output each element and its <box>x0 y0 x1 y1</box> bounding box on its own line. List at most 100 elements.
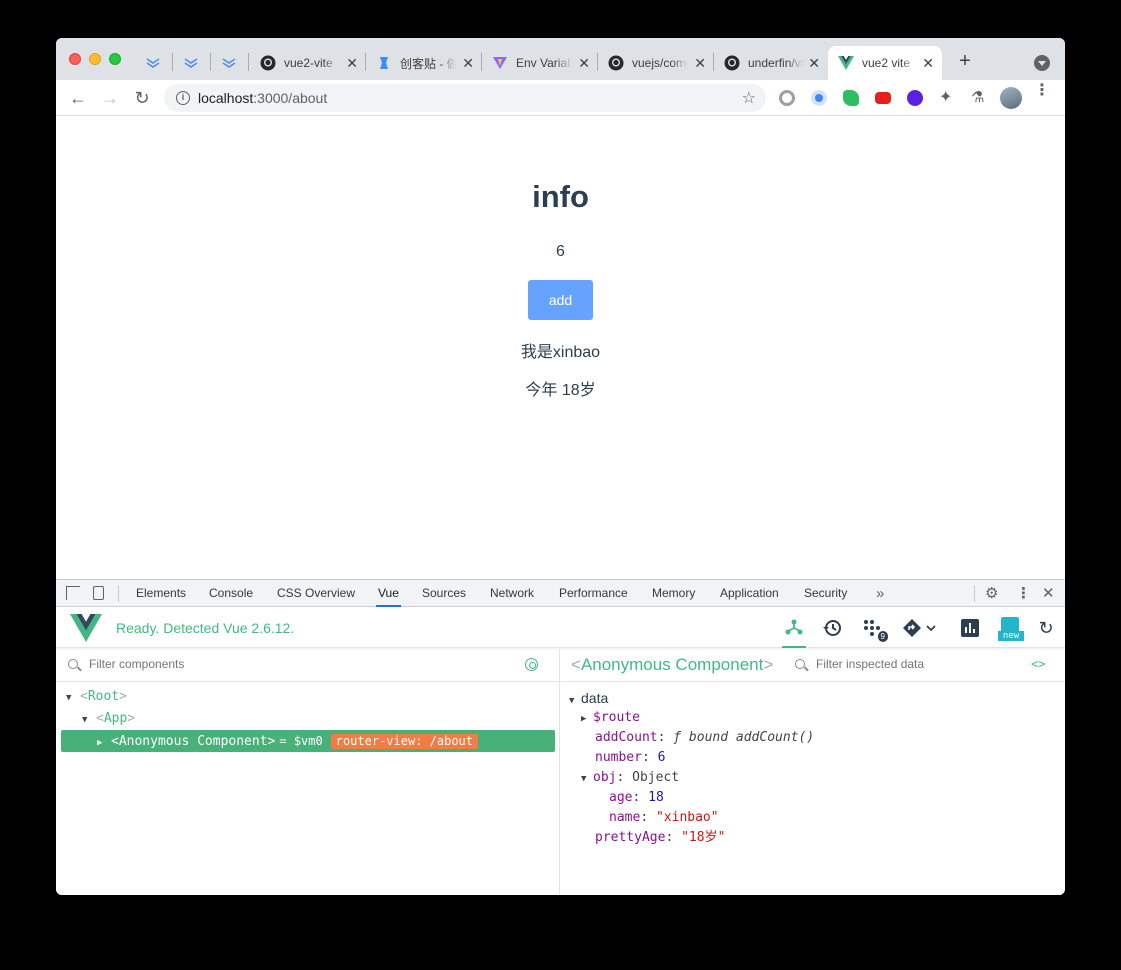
close-tab-icon[interactable]: ✕ <box>808 55 820 71</box>
filter-components-input[interactable] <box>89 657 389 671</box>
reload-icon[interactable]: ↻ <box>130 86 154 110</box>
view-source-code-icon[interactable]: <> <box>1031 657 1045 671</box>
youtube-extension-icon[interactable] <box>875 92 891 104</box>
prop-obj-name[interactable]: name: "xinbao" <box>609 808 719 828</box>
forward-arrow-icon[interactable]: → <box>98 86 122 110</box>
evernote-icon[interactable] <box>843 90 859 106</box>
name-text: 我是xinbao <box>520 344 601 361</box>
devtools-tab-console[interactable]: Console <box>207 580 255 607</box>
filter-inspected-data-input[interactable] <box>816 657 1016 671</box>
inspected-component-title: <Anonymous Component> <box>571 655 774 674</box>
expand-arrow-icon[interactable]: ▼ <box>581 769 593 789</box>
tab-title: vuejs/composition <box>632 56 688 70</box>
devtools-tab-application[interactable]: Application <box>718 580 781 607</box>
devtools-tab-css-overview[interactable]: CSS Overview <box>275 580 357 607</box>
inspector-header: <Anonymous Component> <> <box>561 649 1065 682</box>
url-text: localhost:3000/about <box>198 90 328 106</box>
expand-arrow-icon[interactable]: ▼ <box>82 709 96 731</box>
browser-tab[interactable]: underfin/vite ✕ <box>714 46 828 80</box>
close-tab-icon[interactable]: ✕ <box>922 55 934 71</box>
devtools-tab-elements[interactable]: Elements <box>134 580 188 607</box>
prop-addcount[interactable]: addCount: ƒ bound addCount() <box>595 728 814 748</box>
add-button[interactable]: add <box>528 280 593 320</box>
settings-new-icon[interactable]: new <box>998 615 1024 641</box>
extensions-puzzle-icon[interactable]: ✦ <box>939 90 955 106</box>
devtools-tab-vue[interactable]: Vue <box>376 580 401 607</box>
tab-search-icon[interactable] <box>1034 55 1050 71</box>
tab-separator <box>248 53 249 71</box>
close-tab-icon[interactable]: ✕ <box>578 55 590 71</box>
history-icon[interactable] <box>820 616 844 640</box>
tab-title: vue2-vite <box>284 56 333 70</box>
layers-icon <box>222 58 236 68</box>
purple-extension-icon[interactable] <box>907 90 923 106</box>
close-devtools-icon[interactable]: ✕ <box>1042 580 1055 607</box>
inspect-element-icon[interactable] <box>66 586 80 600</box>
tree-node-root[interactable]: ▼ <Root> <box>66 686 127 708</box>
components-tree-icon[interactable] <box>782 616 806 648</box>
extension-circle-icon[interactable] <box>779 90 795 106</box>
devtools-tab-sources[interactable]: Sources <box>420 580 468 607</box>
tab-title: Env Variables <box>516 56 572 70</box>
age-text: 今年 18岁 <box>525 382 596 399</box>
prop-route[interactable]: ▶ $route <box>581 708 640 728</box>
close-tab-icon[interactable]: ✕ <box>346 55 358 71</box>
router-dropdown-icon[interactable] <box>902 616 936 640</box>
expand-arrow-icon[interactable]: ▶ <box>581 709 593 729</box>
devtools-tab-network[interactable]: Network <box>488 580 536 607</box>
pinned-tab-3[interactable] <box>214 50 244 74</box>
extension-dot-icon[interactable] <box>811 90 827 106</box>
vue-devtools-header: Ready. Detected Vue 2.6.12. 9 new ↻ <box>56 608 1065 648</box>
prop-obj[interactable]: ▼ obj: Object <box>581 768 679 788</box>
devtools-tab-memory[interactable]: Memory <box>650 580 697 607</box>
labs-flask-icon[interactable]: ⚗ <box>971 90 987 106</box>
performance-chart-icon[interactable] <box>958 616 982 640</box>
bookmark-star-icon[interactable]: ☆ <box>742 88 756 108</box>
more-tabs-icon[interactable]: » <box>876 580 884 607</box>
close-tab-icon[interactable]: ✕ <box>694 55 706 71</box>
browser-tab[interactable]: vue2-vite ✕ <box>250 46 366 80</box>
settings-gear-icon[interactable]: ⚙ <box>985 580 998 607</box>
address-bar[interactable]: i localhost:3000/about ☆ <box>164 84 766 112</box>
close-window-button[interactable] <box>69 53 81 65</box>
expand-arrow-icon[interactable]: ▼ <box>569 691 581 711</box>
browser-tab[interactable]: vuejs/composition ✕ <box>598 46 714 80</box>
browser-tab-active[interactable]: vue2 vite ✕ <box>828 46 942 80</box>
prop-number[interactable]: number: 6 <box>595 748 665 768</box>
profile-avatar[interactable] <box>1000 87 1022 109</box>
tab-title: underfin/vite <box>748 56 804 70</box>
select-component-target-icon[interactable] <box>525 658 538 671</box>
tab-title: 创客贴 - 做 <box>400 56 456 71</box>
device-toolbar-icon[interactable] <box>93 586 104 600</box>
new-tab-button[interactable]: + <box>954 50 976 72</box>
expand-arrow-icon[interactable]: ▶ <box>97 732 111 754</box>
back-arrow-icon[interactable]: ← <box>66 86 90 110</box>
tree-node-app[interactable]: ▼ <App> <box>82 708 135 730</box>
maximize-window-button[interactable] <box>109 53 121 65</box>
expand-arrow-icon[interactable]: ▼ <box>66 687 80 709</box>
site-info-icon[interactable]: i <box>176 91 190 105</box>
browser-menu-icon[interactable]: ⋮ <box>1034 83 1050 99</box>
pinned-tab-2[interactable] <box>176 50 206 74</box>
browser-tab[interactable]: Env Variables ✕ <box>482 46 598 80</box>
pinned-tab-1[interactable] <box>138 50 168 74</box>
github-icon <box>260 55 276 71</box>
minimize-window-button[interactable] <box>89 53 101 65</box>
tree-node-anonymous-component[interactable]: ▶ <Anonymous Component> = $vm0 router-view:… <box>61 730 555 752</box>
data-section[interactable]: ▼ data <box>569 688 608 708</box>
layers-icon <box>184 58 198 68</box>
devtools-tab-security[interactable]: Security <box>802 580 849 607</box>
prop-prettyage[interactable]: prettyAge: "18岁" <box>595 828 725 848</box>
vue-logo-icon <box>70 614 102 647</box>
events-icon[interactable]: 9 <box>860 616 888 642</box>
devtools-menu-icon[interactable]: ⋮ <box>1016 580 1031 607</box>
search-icon <box>795 659 805 669</box>
devtools-tab-performance[interactable]: Performance <box>557 580 630 607</box>
close-tab-icon[interactable]: ✕ <box>462 55 474 71</box>
router-view-badge: router-view: /about <box>330 734 479 749</box>
prop-obj-age[interactable]: age: 18 <box>609 788 664 808</box>
refresh-icon[interactable]: ↻ <box>1034 616 1058 640</box>
vue-status-text: Ready. Detected Vue 2.6.12. <box>116 620 295 636</box>
toolbar-divider <box>974 585 975 602</box>
browser-tab[interactable]: 创客贴 - 做 ✕ <box>366 46 482 80</box>
